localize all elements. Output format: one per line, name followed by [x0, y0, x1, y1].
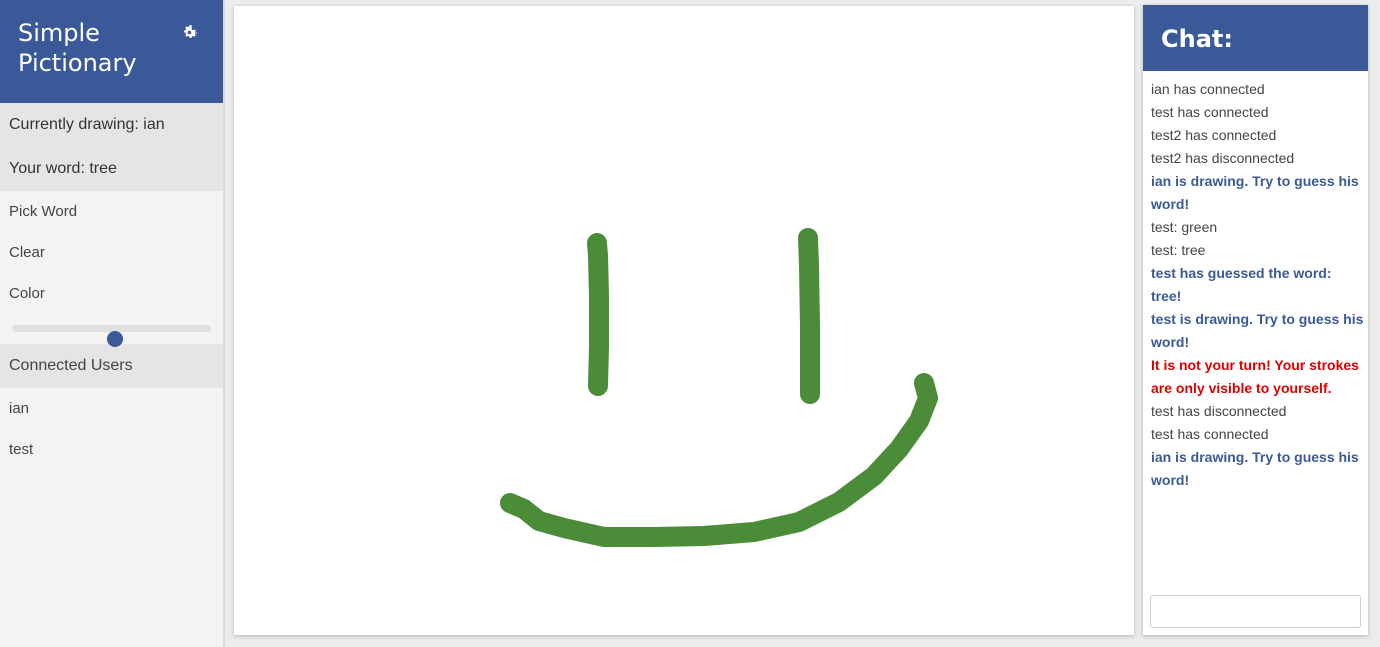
chat-message: ian is drawing. Try to guess his word!: [1151, 173, 1359, 212]
drawing-canvas[interactable]: [234, 6, 1134, 635]
chat-message: test: green: [1151, 219, 1218, 235]
color-slider[interactable]: [0, 314, 223, 347]
chat-title: Chat:: [1143, 5, 1368, 71]
color-label: Color: [9, 285, 45, 302]
sidebar-header: Simple Pictionary: [0, 0, 223, 103]
app-title: Simple Pictionary: [18, 19, 137, 77]
chat-input[interactable]: [1150, 595, 1361, 628]
pick-word-button[interactable]: Pick Word: [0, 191, 223, 232]
sidebar: Simple Pictionary Currently drawing: ian…: [0, 0, 225, 647]
chat-message: test has connected: [1151, 426, 1269, 442]
color-slider-track[interactable]: [12, 325, 211, 347]
user-item: ian: [9, 400, 30, 417]
drawing-svg[interactable]: [234, 6, 1134, 635]
user-item: test: [9, 441, 34, 458]
your-word-label: Your word: tree: [0, 147, 223, 191]
chat-message: test2 has disconnected: [1151, 150, 1295, 166]
chat-log: ian has connected test has connected test2…: [1143, 71, 1368, 581]
chat-message: test has disconnected: [1151, 403, 1287, 419]
chat-message: test: tree: [1151, 242, 1206, 258]
chat-message: test is drawing. Try to guess his word!: [1151, 311, 1364, 350]
smile-stroke: [500, 373, 938, 547]
chat-message: ian is drawing. Try to guess his word!: [1151, 449, 1359, 488]
clear-button[interactable]: Clear: [0, 232, 223, 273]
chat-message: test has guessed the word: tree!: [1151, 265, 1332, 304]
right-eye-stroke: [798, 228, 820, 404]
left-eye-stroke: [587, 233, 609, 396]
currently-drawing-label: Currently drawing: ian: [0, 103, 223, 147]
chat-message: It is not your turn! Your strokes are on…: [1151, 357, 1359, 396]
gear-icon[interactable]: [180, 23, 199, 42]
connected-users-heading: Connected Users: [0, 344, 223, 388]
chat-message: test2 has connected: [1151, 127, 1277, 143]
chat-message: test has connected: [1151, 104, 1269, 120]
chat-message: ian has connected: [1151, 81, 1265, 97]
chat-panel: Chat: ian has connected test has connecte…: [1143, 5, 1368, 635]
